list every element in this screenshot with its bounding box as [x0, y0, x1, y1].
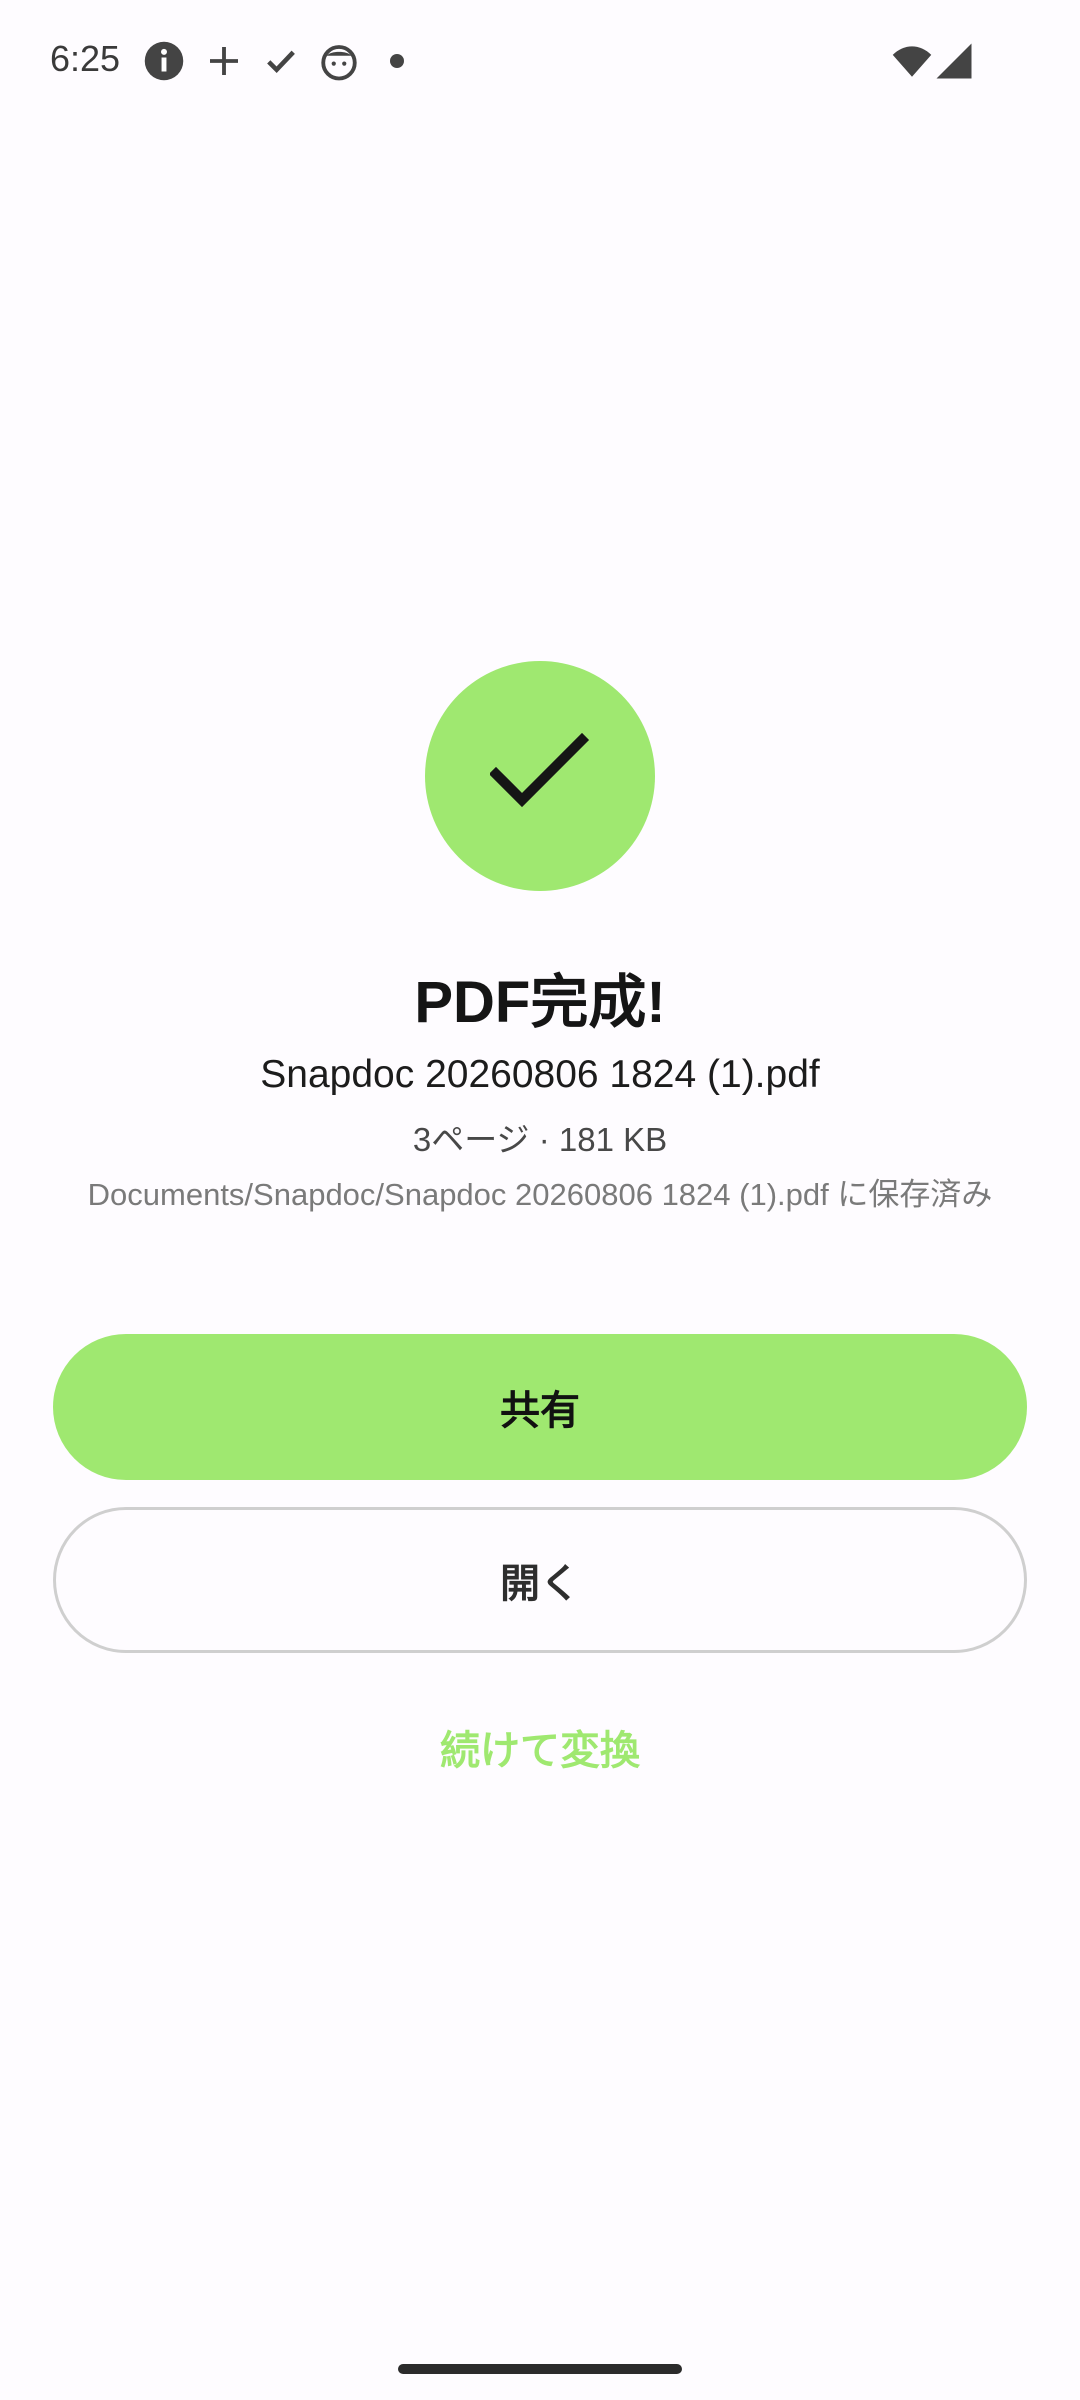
checkmark-icon: [490, 732, 590, 808]
info-icon: [143, 40, 185, 82]
home-indicator[interactable]: [398, 2364, 682, 2374]
open-button[interactable]: 開く: [53, 1507, 1027, 1653]
plus-icon: [203, 40, 245, 82]
save-path-text: Documents/Snapdoc/Snapdoc 20260806 1824 …: [87, 1177, 993, 1212]
file-meta: 3ページ · 181 KB: [412, 1121, 668, 1158]
check-icon: [260, 40, 302, 82]
page-title: PDF完成!: [414, 970, 666, 1035]
dot-icon: [376, 40, 418, 82]
status-time: 6:25: [50, 38, 121, 79]
cat-face-icon: [318, 40, 360, 82]
signal-icon: [932, 40, 976, 82]
wifi-icon: [890, 40, 934, 82]
continue-convert-link[interactable]: 続けて変換: [0, 1718, 1080, 1776]
share-button[interactable]: 共有: [53, 1334, 1027, 1480]
file-name: Snapdoc 20260806 1824 (1).pdf: [260, 1053, 820, 1096]
pdf-complete-screen: 6:25 PDF完成! Snapdoc 20260806 1824 (1).pd…: [0, 0, 1080, 2400]
status-bar: 6:25: [0, 0, 1080, 130]
success-check-badge: [425, 661, 655, 891]
